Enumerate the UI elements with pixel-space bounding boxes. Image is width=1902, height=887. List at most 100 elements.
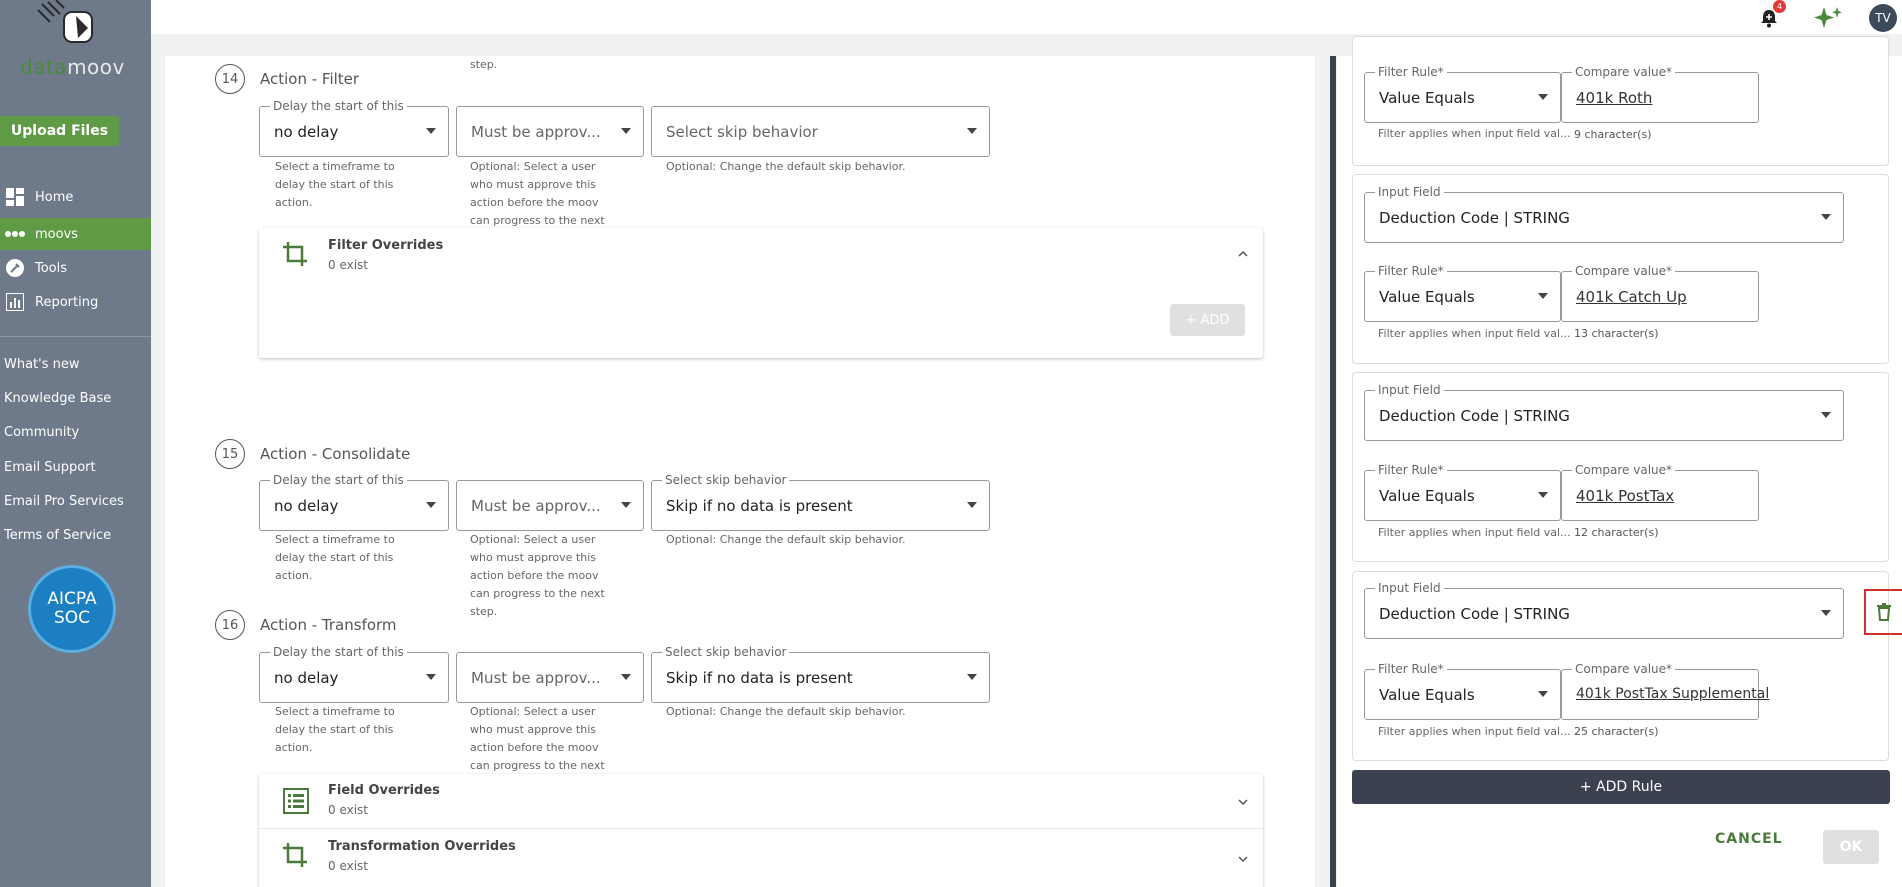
avatar[interactable]: TV — [1869, 4, 1897, 32]
help-line: who must approve this — [470, 551, 596, 564]
link-email-support[interactable]: Email Support — [4, 460, 96, 475]
add-rule-button[interactable]: + ADD Rule — [1352, 770, 1890, 804]
step15-delay-select[interactable]: Delay the start of this no delay — [259, 473, 449, 531]
crop-icon — [283, 843, 307, 867]
step15-skip-value: Skip if no data is present — [666, 497, 853, 515]
delete-rule-button[interactable] — [1864, 589, 1902, 635]
step14-approver-select[interactable]: Must be approv... — [456, 106, 644, 157]
step16-delay-select[interactable]: Delay the start of this no delay — [259, 645, 449, 703]
compare-value-input[interactable]: Compare value* 401k Roth — [1561, 65, 1759, 123]
sidebar: datamoov Upload Files Home moovs Tools R… — [0, 0, 151, 887]
step16-title: Action - Transform — [260, 616, 397, 634]
help-line: delay the start of this — [275, 178, 394, 191]
input-field-select[interactable]: Input Field Deduction Code | STRING — [1364, 581, 1844, 639]
step14-delay-select[interactable]: Delay the start of this no delay — [259, 99, 449, 157]
compare-value-input[interactable]: Compare value* 401k PostTax — [1561, 463, 1759, 521]
sparkle-icon[interactable] — [1812, 5, 1844, 31]
panel-scrollbar[interactable] — [1330, 56, 1336, 887]
input-field-legend: Input Field — [1375, 383, 1444, 397]
nav-moovs[interactable]: moovs — [0, 218, 151, 250]
filter-rule-help: Filter applies when input field val... — [1378, 725, 1571, 738]
chevron-down-icon[interactable] — [1237, 796, 1249, 808]
filter-rules-panel: Filter Rule* Value Equals Compare value*… — [1337, 36, 1902, 887]
link-knowledge-base[interactable]: Knowledge Base — [4, 391, 111, 406]
nav-reporting-label: Reporting — [35, 294, 99, 310]
transformation-overrides-title: Transformation Overrides — [328, 839, 516, 854]
link-community[interactable]: Community — [4, 425, 79, 440]
caret-down-icon — [1538, 492, 1548, 498]
filter-rule-legend: Filter Rule* — [1375, 65, 1447, 79]
step16-skip-help: Optional: Change the default skip behavi… — [666, 705, 906, 718]
step15-skip-select[interactable]: Select skip behavior Skip if no data is … — [651, 473, 990, 531]
compare-value-input[interactable]: Compare value* 401k PostTax Supplemental — [1561, 662, 1769, 720]
filter-rule-select[interactable]: Filter Rule* Value Equals — [1364, 662, 1561, 720]
input-field-value: Deduction Code | STRING — [1379, 407, 1570, 425]
step16-approver-select[interactable]: Must be approv... — [456, 652, 644, 703]
step14-approver-placeholder: Must be approv... — [471, 123, 601, 141]
ok-button[interactable]: OK — [1823, 830, 1879, 864]
help-line: can progress to the next — [470, 587, 605, 600]
logo-part-moov: moov — [67, 55, 125, 79]
nav-home[interactable]: Home — [0, 181, 151, 213]
step16-approve-help: Optional: Select a user who must approve… — [470, 703, 605, 775]
step16-skip-select[interactable]: Select skip behavior Skip if no data is … — [651, 645, 990, 703]
compare-value-input[interactable]: Compare value* 401k Catch Up — [1561, 264, 1759, 322]
step15-delay-legend: Delay the start of this — [270, 473, 407, 487]
help-line: Optional: Select a user — [470, 533, 596, 546]
field-overrides-row[interactable]: Field Overrides 0 exist — [259, 774, 1263, 829]
step14-delay-help: Select a timeframe to delay the start of… — [275, 158, 395, 212]
filter-rule-select[interactable]: Filter Rule* Value Equals — [1364, 65, 1561, 123]
add-filter-override-button[interactable]: + ADD — [1170, 304, 1245, 336]
caret-down-icon — [1821, 610, 1831, 616]
input-field-select[interactable]: Input Field Deduction Code | STRING — [1364, 383, 1844, 441]
help-line: delay the start of this — [275, 723, 394, 736]
caret-down-icon — [967, 128, 977, 134]
cancel-button[interactable]: CANCEL — [1715, 831, 1783, 847]
help-line: Optional: Select a user — [470, 160, 596, 173]
step15-approver-select[interactable]: Must be approv... — [456, 480, 644, 531]
step15-delay-help: Select a timeframe to delay the start of… — [275, 531, 395, 585]
filter-rule-help: Filter applies when input field val... — [1378, 127, 1571, 140]
step14-skip-select[interactable]: Select skip behavior — [651, 106, 990, 157]
link-whats-new[interactable]: What's new — [4, 357, 80, 372]
upload-files-button[interactable]: Upload Files — [0, 116, 119, 146]
compare-value-text: 401k Catch Up — [1576, 288, 1687, 306]
top-bar — [151, 0, 1902, 34]
filter-rule-select[interactable]: Filter Rule* Value Equals — [1364, 264, 1561, 322]
nav-reporting[interactable]: Reporting — [0, 286, 151, 318]
filter-rule-legend: Filter Rule* — [1375, 264, 1447, 278]
help-line: action. — [275, 196, 313, 209]
link-terms-of-service[interactable]: Terms of Service — [4, 528, 111, 543]
filter-rule-help: Filter applies when input field val... — [1378, 327, 1571, 340]
filter-rule-help: Filter applies when input field val... — [1378, 526, 1571, 539]
compare-value-legend: Compare value* — [1572, 463, 1676, 477]
caret-down-icon — [967, 674, 977, 680]
step14-number: 14 — [215, 64, 245, 94]
compare-char-count: 13 character(s) — [1574, 327, 1659, 340]
step16-delay-legend: Delay the start of this — [270, 645, 407, 659]
nav-home-label: Home — [35, 189, 74, 205]
compare-value-legend: Compare value* — [1572, 65, 1676, 79]
rule-card-4: Input Field Deduction Code | STRING Filt… — [1352, 571, 1902, 761]
crop-icon — [283, 242, 307, 266]
filter-rule-select[interactable]: Filter Rule* Value Equals — [1364, 463, 1561, 521]
help-line: Select a timeframe to — [275, 160, 395, 173]
aicpa-badge-line2: SOC — [53, 608, 91, 628]
filter-rule-value: Value Equals — [1379, 487, 1475, 505]
rule-card-1: Filter Rule* Value Equals Compare value*… — [1352, 36, 1889, 166]
filter-rule-value: Value Equals — [1379, 686, 1475, 704]
nav-tools[interactable]: Tools — [0, 252, 151, 284]
step14-title: Action - Filter — [260, 70, 360, 88]
link-email-pro-services[interactable]: Email Pro Services — [4, 494, 124, 509]
input-field-select[interactable]: Input Field Deduction Code | STRING — [1364, 185, 1844, 243]
input-field-value: Deduction Code | STRING — [1379, 209, 1570, 227]
chevron-down-icon[interactable] — [1237, 853, 1249, 865]
transformation-overrides-row[interactable]: Transformation Overrides 0 exist — [259, 829, 1263, 884]
filter-overrides-count: 0 exist — [328, 258, 369, 272]
rule-card-2: Input Field Deduction Code | STRING Filt… — [1352, 174, 1889, 364]
rule-card-3: Input Field Deduction Code | STRING Filt… — [1352, 372, 1889, 562]
help-line: who must approve this — [470, 723, 596, 736]
caret-down-icon — [426, 674, 436, 680]
chevron-up-icon[interactable] — [1237, 248, 1249, 260]
step16-skip-value: Skip if no data is present — [666, 669, 853, 687]
